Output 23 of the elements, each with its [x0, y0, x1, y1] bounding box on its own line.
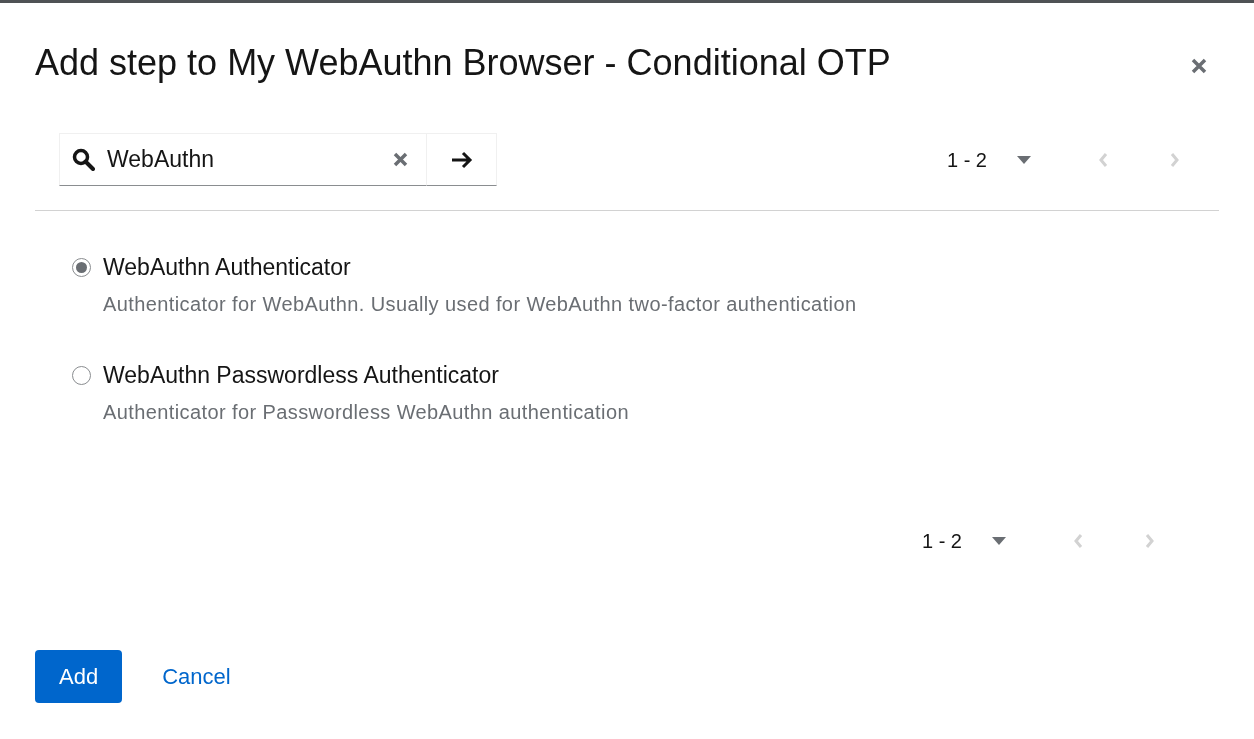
chevron-left-icon: [1073, 533, 1083, 549]
option-description: Authenticator for Passwordless WebAuthn authentication: [103, 400, 629, 424]
close-icon: [1191, 58, 1207, 74]
caret-icon: [1017, 155, 1031, 164]
page-range-toggle[interactable]: 1 - 2: [913, 522, 1014, 560]
chevron-right-icon: [1170, 151, 1180, 168]
search-icon: [72, 148, 95, 171]
option-label[interactable]: WebAuthn Passwordless Authenticator: [103, 360, 629, 390]
radio-button[interactable]: [72, 366, 91, 385]
search-submit-button[interactable]: [427, 133, 497, 186]
search-field[interactable]: WebAuthn: [59, 133, 427, 186]
chevron-right-icon: [1145, 533, 1155, 549]
arrow-right-icon: [450, 150, 473, 169]
clear-icon: [393, 152, 408, 167]
dialog-title: Add step to My WebAuthn Browser - Conditional OTP: [35, 43, 891, 83]
cancel-link[interactable]: Cancel: [150, 650, 243, 703]
chevron-left-icon: [1098, 151, 1108, 168]
radio-button[interactable]: [72, 258, 91, 277]
add-button[interactable]: Add: [35, 650, 123, 703]
page-range-toggle[interactable]: 1 - 2: [938, 140, 1039, 179]
option-label[interactable]: WebAuthn Authenticator: [103, 252, 857, 282]
caret-icon: [992, 537, 1006, 545]
option-description: Authenticator for WebAuthn. Usually used for WebAuthn two-factor authentication: [103, 292, 857, 316]
